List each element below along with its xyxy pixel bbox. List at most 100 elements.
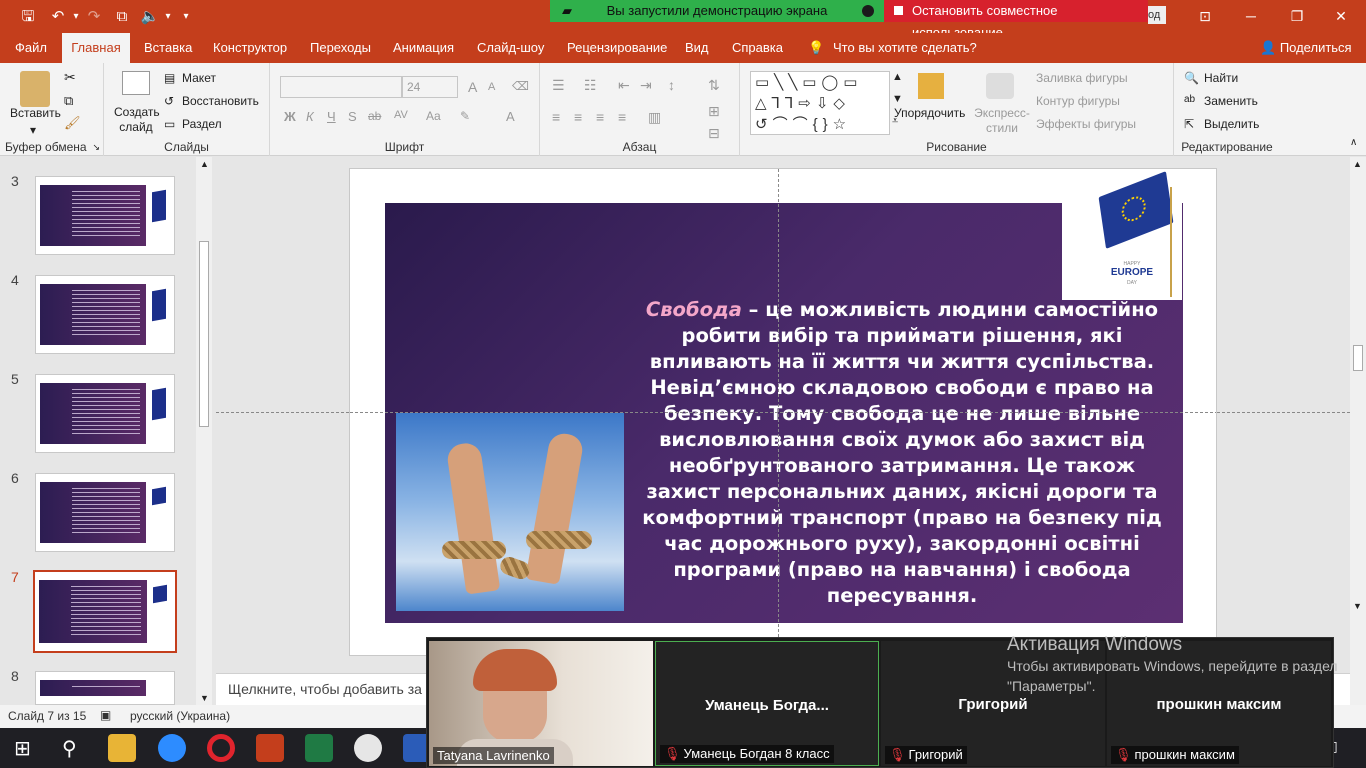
clipboard-launcher-icon[interactable]: ↘ (92, 142, 100, 153)
shrink-font-button[interactable]: A (488, 81, 495, 93)
shape-effects-button[interactable]: Эффекты фигуры (1036, 117, 1136, 131)
numbering-icon[interactable]: ☷ (584, 77, 597, 94)
spellcheck-icon[interactable]: ▣ (100, 708, 111, 722)
paste-button[interactable]: Вставить (10, 106, 61, 120)
search-icon[interactable]: ⚲ (62, 736, 77, 761)
paste-dropdown-icon[interactable]: ▾ (30, 123, 36, 137)
new-slide-button[interactable]: Создать слайд (114, 105, 160, 135)
quick-styles-button[interactable]: Экспресс-стили (974, 106, 1030, 136)
file-explorer-icon[interactable] (108, 734, 136, 762)
scrollbar-thumb[interactable] (199, 241, 209, 427)
scroll-down-icon[interactable]: ▼ (1353, 601, 1362, 611)
undo-dropdown-icon[interactable]: ▾ (66, 8, 86, 26)
tab-file[interactable]: Файл (7, 33, 55, 63)
scroll-down-icon[interactable]: ▼ (200, 693, 209, 703)
redo-icon[interactable]: ↷ (84, 8, 104, 26)
arrange-icon[interactable] (918, 73, 944, 99)
align-left-icon[interactable]: ≡ (552, 109, 560, 125)
shape-fill-button[interactable]: Заливка фигуры (1036, 71, 1128, 85)
slide-thumbnail[interactable] (35, 671, 175, 705)
format-painter-icon[interactable]: 🖌 (64, 115, 81, 131)
scroll-up-icon[interactable]: ▲ (200, 159, 209, 169)
replace-button[interactable]: Заменить (1204, 94, 1258, 108)
new-slide-icon[interactable] (122, 71, 150, 95)
slide-thumbnail[interactable] (35, 176, 175, 255)
tell-me-search[interactable]: Что вы хотите сделать? (825, 33, 985, 63)
tab-transitions[interactable]: Переходы (302, 33, 379, 63)
zoom-app-icon[interactable] (158, 734, 186, 762)
scrollbar-thumb[interactable] (1353, 345, 1363, 371)
quick-styles-icon[interactable] (986, 73, 1014, 99)
tab-animations[interactable]: Анимация (385, 33, 462, 63)
media-player-icon[interactable] (354, 734, 382, 762)
align-right-icon[interactable]: ≡ (596, 109, 604, 125)
slide-counter[interactable]: Слайд 7 из 15 (8, 709, 86, 723)
underline-button[interactable]: Ч (327, 109, 336, 124)
slide-thumbnail[interactable] (35, 473, 175, 552)
columns-icon[interactable]: ▥ (648, 109, 661, 126)
slide-thumbnail[interactable] (35, 374, 175, 453)
tab-insert[interactable]: Вставка (136, 33, 200, 63)
increase-indent-icon[interactable]: ⇥ (640, 77, 652, 94)
windows-start-icon[interactable]: ⊞ (14, 736, 31, 761)
shapes-scroll-down-icon[interactable]: ▼ (892, 93, 903, 105)
shapes-gallery[interactable]: ▭╲╲▭◯▭ △⅂⅂⇨⇩◇ ↺⌒⌒{}☆ (750, 71, 890, 135)
grow-font-button[interactable]: A (468, 79, 477, 95)
collapse-ribbon-icon[interactable]: ∧ (1350, 137, 1357, 148)
horizontal-guide[interactable] (350, 412, 1216, 413)
section-button[interactable]: Раздел (182, 117, 222, 131)
ribbon-display-options-icon[interactable]: ⊡ (1190, 6, 1220, 26)
slide-scrollbar[interactable]: ▲ ▼ (1350, 157, 1366, 717)
slide-body-text[interactable]: Свобода – це можливість людини самостійн… (632, 297, 1172, 609)
highlight-icon[interactable]: ✎ (460, 109, 470, 123)
select-button[interactable]: Выделить (1204, 117, 1259, 131)
save-icon[interactable]: 🖫 (18, 8, 38, 26)
font-color-button[interactable]: A (506, 109, 515, 124)
strikethrough-button[interactable]: ab (368, 109, 381, 123)
bullets-icon[interactable]: ☰ (552, 77, 565, 94)
tab-home[interactable]: Главная (62, 33, 130, 63)
align-text-icon[interactable]: ⊞ (708, 103, 720, 120)
font-name-box[interactable] (280, 76, 402, 98)
tab-design[interactable]: Конструктор (205, 33, 295, 63)
language-indicator[interactable]: русский (Украина) (130, 709, 230, 723)
thumbnail-scrollbar[interactable]: ▲ ▼ (196, 157, 212, 705)
tab-review[interactable]: Рецензирование (559, 33, 675, 63)
copy-icon[interactable]: ⧉ (64, 93, 73, 109)
stop-share-button[interactable]: Остановить совместное использование (884, 0, 1148, 40)
align-center-icon[interactable]: ≡ (574, 109, 582, 125)
clear-format-icon[interactable]: ⌫ (512, 79, 529, 93)
tab-view[interactable]: Вид (677, 33, 717, 63)
maximize-button[interactable]: ❐ (1282, 6, 1312, 26)
cut-icon[interactable]: ✂ (64, 69, 76, 86)
slide-canvas[interactable]: HAPPY EUROPE DAY Свобода – це можливість… (349, 168, 1217, 656)
slide-thumbnail-selected[interactable] (33, 570, 177, 653)
excel-icon[interactable] (305, 734, 333, 762)
customize-qat-icon[interactable]: ▾ (176, 8, 196, 26)
start-slideshow-icon[interactable]: ⧉ (112, 8, 132, 26)
volume-icon[interactable]: 🔈 (140, 8, 160, 26)
line-spacing-icon[interactable]: ↕ (668, 77, 675, 93)
char-spacing-button[interactable]: AV (394, 109, 408, 121)
minimize-button[interactable]: ─ (1236, 6, 1266, 26)
scroll-up-icon[interactable]: ▲ (1353, 159, 1362, 169)
participant-tile[interactable]: Уманець Богда... 🎙 Уманець Богдан 8 класс (655, 641, 879, 766)
font-size-box[interactable]: 24 (402, 76, 458, 98)
volume-dropdown-icon[interactable]: ▾ (158, 8, 178, 26)
share-button[interactable]: 👤 Поделиться (1252, 33, 1360, 63)
shadow-button[interactable]: S (348, 109, 357, 124)
justify-icon[interactable]: ≡ (618, 109, 626, 125)
italic-button[interactable]: К (306, 109, 314, 124)
layout-button[interactable]: Макет (182, 71, 216, 85)
tab-slideshow[interactable]: Слайд-шоу (469, 33, 552, 63)
paste-icon[interactable] (20, 71, 50, 107)
decrease-indent-icon[interactable]: ⇤ (618, 77, 630, 94)
text-direction-icon[interactable]: ⇅ (708, 77, 720, 94)
close-button[interactable]: ✕ (1326, 6, 1356, 26)
participant-tile[interactable]: Tatyana Lavrinenko (429, 641, 653, 766)
tab-help[interactable]: Справка (724, 33, 791, 63)
powerpoint-icon[interactable] (256, 734, 284, 762)
reset-button[interactable]: Восстановить (182, 94, 259, 108)
arrange-button[interactable]: Упорядочить (894, 106, 965, 120)
find-button[interactable]: Найти (1204, 71, 1238, 85)
